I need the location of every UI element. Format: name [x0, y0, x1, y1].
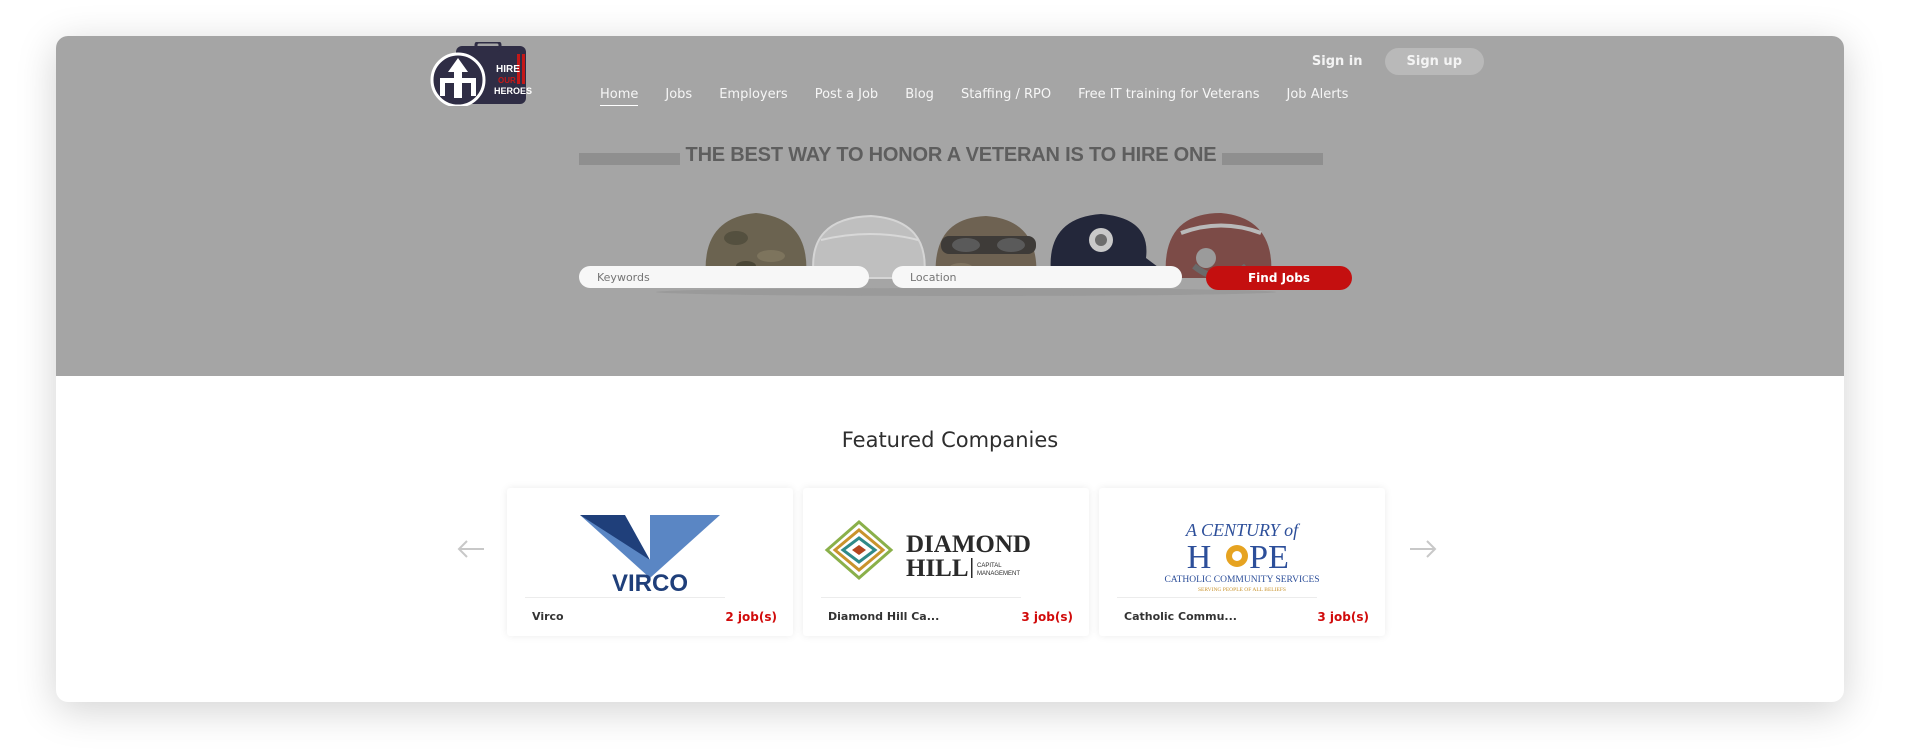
company-name: Diamond Hill Ca...: [828, 610, 940, 623]
company-card-catholic-community[interactable]: A CENTURY of H PE CATHOLIC COMMUNITY SER…: [1099, 488, 1385, 636]
nav-blog[interactable]: Blog: [905, 87, 934, 106]
hero-banner-text: THE BEST WAY TO HONOR A VETERAN IS TO HI…: [579, 144, 1323, 167]
nav-post-a-job[interactable]: Post a Job: [815, 87, 878, 106]
hero-section: HIRE OUR HEROES Sign in Sign up Home Job…: [56, 36, 1844, 376]
main-nav: Home Jobs Employers Post a Job Blog Staf…: [600, 87, 1348, 106]
logo-hire-text: HIRE: [496, 64, 520, 75]
hill-text: HILL: [906, 555, 969, 582]
virco-logo-text: VIRCO: [612, 570, 688, 596]
nav-staffing-rpo[interactable]: Staffing / RPO: [961, 87, 1051, 106]
carousel-next-arrow-icon[interactable]: [1408, 538, 1438, 560]
century-of-hope-logo: A CENTURY of H PE CATHOLIC COMMUNITY SER…: [1164, 520, 1319, 593]
browser-frame: HIRE OUR HEROES Sign in Sign up Home Job…: [56, 36, 1844, 702]
h-letter: H: [1187, 539, 1212, 576]
nav-employers[interactable]: Employers: [719, 87, 788, 106]
company-job-count[interactable]: 3 job(s): [1021, 610, 1073, 624]
diamond-text: DIAMOND: [906, 531, 1031, 558]
management-text: MANAGEMENT: [977, 571, 1020, 577]
logo-our-text: OUR: [498, 76, 516, 85]
find-jobs-button[interactable]: Find Jobs: [1206, 266, 1352, 290]
virco-logo: VIRCO: [580, 515, 720, 596]
nav-free-it-training[interactable]: Free IT training for Veterans: [1078, 87, 1259, 106]
nav-jobs[interactable]: Jobs: [665, 87, 692, 106]
company-name: Virco: [532, 610, 564, 623]
serving-text: SERVING PEOPLE OF ALL BELIEFS: [1198, 587, 1286, 593]
banner-label: THE BEST WAY TO HONOR A VETERAN IS TO HI…: [679, 144, 1223, 166]
featured-companies-title: Featured Companies: [841, 428, 1059, 452]
keywords-input[interactable]: [579, 266, 869, 288]
sign-up-button[interactable]: Sign up: [1384, 48, 1484, 75]
nav-job-alerts[interactable]: Job Alerts: [1287, 87, 1349, 106]
auth-links: Sign in Sign up: [1312, 48, 1484, 75]
pe-letters: PE: [1249, 539, 1289, 576]
ccs-text: CATHOLIC COMMUNITY SERVICES: [1164, 575, 1319, 585]
company-card-virco[interactable]: VIRCO Virco 2 job(s): [507, 488, 793, 636]
logo-heroes-text: HEROES: [494, 86, 532, 96]
sign-in-link[interactable]: Sign in: [1312, 54, 1363, 69]
location-input[interactable]: [892, 266, 1182, 288]
company-job-count[interactable]: 3 job(s): [1317, 610, 1369, 624]
card-divider: [1117, 597, 1317, 598]
capital-text: CAPITAL: [977, 563, 1002, 569]
hire-our-heroes-logo[interactable]: HIRE OUR HEROES: [418, 42, 548, 106]
company-job-count[interactable]: 2 job(s): [725, 610, 777, 624]
company-card-diamond-hill[interactable]: DIAMOND HILL CAPITAL MANAGEMENT Diamond …: [803, 488, 1089, 636]
a-century-of-text: A CENTURY of: [1185, 520, 1301, 540]
diamond-hill-logo: DIAMOND HILL CAPITAL MANAGEMENT: [824, 520, 1031, 582]
nav-home[interactable]: Home: [600, 87, 639, 106]
card-divider: [821, 597, 1021, 598]
card-divider: [525, 597, 725, 598]
company-name: Catholic Commu...: [1124, 610, 1237, 623]
carousel-prev-arrow-icon[interactable]: [456, 538, 486, 560]
